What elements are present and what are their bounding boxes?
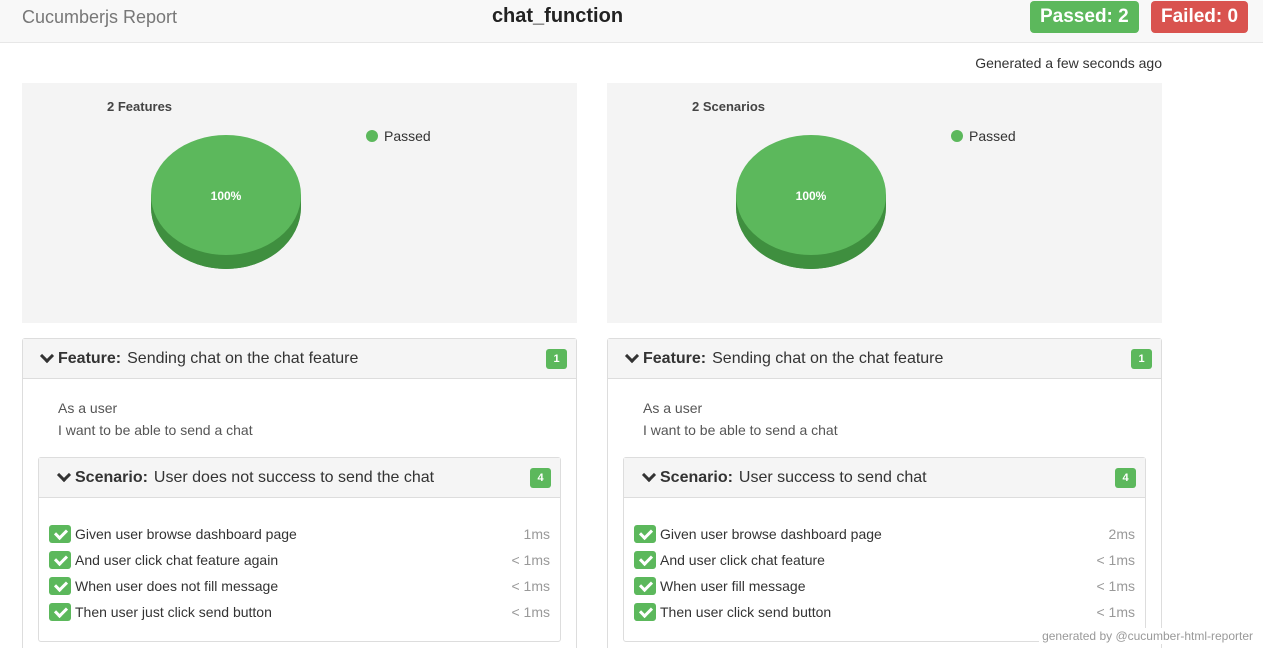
- scenario-panel: Scenario: User success to send chat 4 Giv…: [623, 457, 1146, 642]
- scenario-keyword: Scenario:: [75, 469, 148, 486]
- step-row[interactable]: Then user click send button < 1ms: [634, 602, 1135, 622]
- step-row[interactable]: When user fill message < 1ms: [634, 576, 1135, 596]
- description-line: As a user: [58, 400, 118, 416]
- feature-heading[interactable]: Feature: Sending chat on the chat feature…: [23, 339, 576, 379]
- feature-panel: Feature: Sending chat on the chat feature…: [22, 338, 577, 648]
- feature-description: As a user I want to be able to send a ch…: [643, 397, 838, 441]
- chart-legend[interactable]: Passed: [366, 128, 431, 144]
- step-duration: 1ms: [523, 526, 550, 542]
- chevron-down-icon[interactable]: [39, 348, 55, 364]
- scenario-name: User success to send chat: [738, 469, 927, 486]
- scenario-step-count: 4: [1115, 468, 1136, 488]
- step-duration: 2ms: [1108, 526, 1135, 542]
- scenarios-count: 2 Scenarios: [692, 99, 765, 114]
- pie-slice-label: 100%: [211, 189, 242, 203]
- feature-panel: Feature: Sending chat on the chat feature…: [607, 338, 1162, 648]
- legend-label: Passed: [969, 128, 1016, 144]
- failed-count-badge[interactable]: Failed: 0: [1151, 1, 1249, 33]
- scenario-keyword: Scenario:: [660, 469, 733, 486]
- step-text: And user click chat feature again: [75, 552, 279, 568]
- scenario-heading[interactable]: Scenario: User success to send chat 4: [624, 458, 1145, 498]
- check-icon: [634, 603, 656, 621]
- step-duration: < 1ms: [1096, 578, 1135, 594]
- footer-credit: generated by @cucumber-html-reporter: [1039, 628, 1256, 644]
- feature-name: Sending chat on the chat feature: [712, 350, 944, 367]
- feature-name: Sending chat on the chat feature: [127, 350, 359, 367]
- scenario-title: Scenario: User does not success to send t…: [75, 469, 434, 487]
- scenario-step-count: 4: [530, 468, 551, 488]
- chevron-down-icon[interactable]: [56, 467, 72, 483]
- chart-legend[interactable]: Passed: [951, 128, 1016, 144]
- step-text: Then user just click send button: [75, 604, 272, 620]
- chevron-down-icon[interactable]: [641, 467, 657, 483]
- feature-title: Feature: Sending chat on the chat feature: [58, 350, 358, 368]
- scenario-heading[interactable]: Scenario: User does not success to send t…: [39, 458, 560, 498]
- scenarios-pie-chart: 100%: [736, 135, 886, 269]
- generated-timestamp: Generated a few seconds ago: [975, 55, 1162, 71]
- legend-dot-icon: [366, 130, 378, 142]
- step-text: When user does not fill message: [75, 578, 279, 594]
- features-count: 2 Features: [107, 99, 173, 114]
- check-icon: [49, 525, 71, 543]
- check-icon: [49, 603, 71, 621]
- feature-title: Feature: Sending chat on the chat feature: [643, 350, 943, 368]
- step-text: When user fill message: [660, 578, 806, 594]
- check-icon: [634, 525, 656, 543]
- scenario-title: Scenario: User success to send chat: [660, 469, 927, 487]
- step-row[interactable]: Then user just click send button < 1ms: [49, 602, 550, 622]
- step-text: Given user browse dashboard page: [660, 526, 882, 542]
- scenarios-chart: 100% 2 Scenarios Passed: [607, 83, 1162, 323]
- legend-label: Passed: [384, 128, 431, 144]
- check-icon: [634, 577, 656, 595]
- scenario-name: User does not success to send the chat: [153, 469, 435, 486]
- features-pie-chart: 100%: [151, 135, 301, 269]
- step-duration: < 1ms: [511, 552, 550, 568]
- features-chart: 100% 2 Features Passed: [22, 83, 577, 323]
- step-text: And user click chat feature: [660, 552, 825, 568]
- step-duration: < 1ms: [1096, 552, 1135, 568]
- description-line: As a user: [643, 400, 703, 416]
- step-text: Then user click send button: [660, 604, 832, 620]
- step-text: Given user browse dashboard page: [75, 526, 297, 542]
- feature-keyword: Feature:: [643, 350, 707, 367]
- pie-slice-label: 100%: [796, 189, 827, 203]
- check-icon: [634, 551, 656, 569]
- description-line: I want to be able to send a chat: [643, 422, 838, 438]
- feature-scenario-count: 1: [1131, 349, 1152, 369]
- check-icon: [49, 577, 71, 595]
- step-row[interactable]: And user click chat feature < 1ms: [634, 550, 1135, 570]
- scenario-panel: Scenario: User does not success to send t…: [38, 457, 561, 642]
- step-row[interactable]: Given user browse dashboard page 2ms: [634, 524, 1135, 544]
- feature-description: As a user I want to be able to send a ch…: [58, 397, 253, 441]
- chevron-down-icon[interactable]: [624, 348, 640, 364]
- legend-dot-icon: [951, 130, 963, 142]
- feature-scenario-count: 1: [546, 349, 567, 369]
- step-row[interactable]: When user does not fill message < 1ms: [49, 576, 550, 596]
- passed-count-badge[interactable]: Passed: 2: [1030, 1, 1139, 33]
- feature-keyword: Feature:: [58, 350, 122, 367]
- feature-heading[interactable]: Feature: Sending chat on the chat feature…: [608, 339, 1161, 379]
- step-duration: < 1ms: [511, 578, 550, 594]
- step-row[interactable]: Given user browse dashboard page 1ms: [49, 524, 550, 544]
- description-line: I want to be able to send a chat: [58, 422, 253, 438]
- report-title: chat_function: [491, 5, 624, 27]
- navbar: Cucumberjs Report chat_function Passed: …: [0, 0, 1263, 43]
- step-duration: < 1ms: [1096, 604, 1135, 620]
- check-icon: [49, 551, 71, 569]
- step-duration: < 1ms: [511, 604, 550, 620]
- step-row[interactable]: And user click chat feature again < 1ms: [49, 550, 550, 570]
